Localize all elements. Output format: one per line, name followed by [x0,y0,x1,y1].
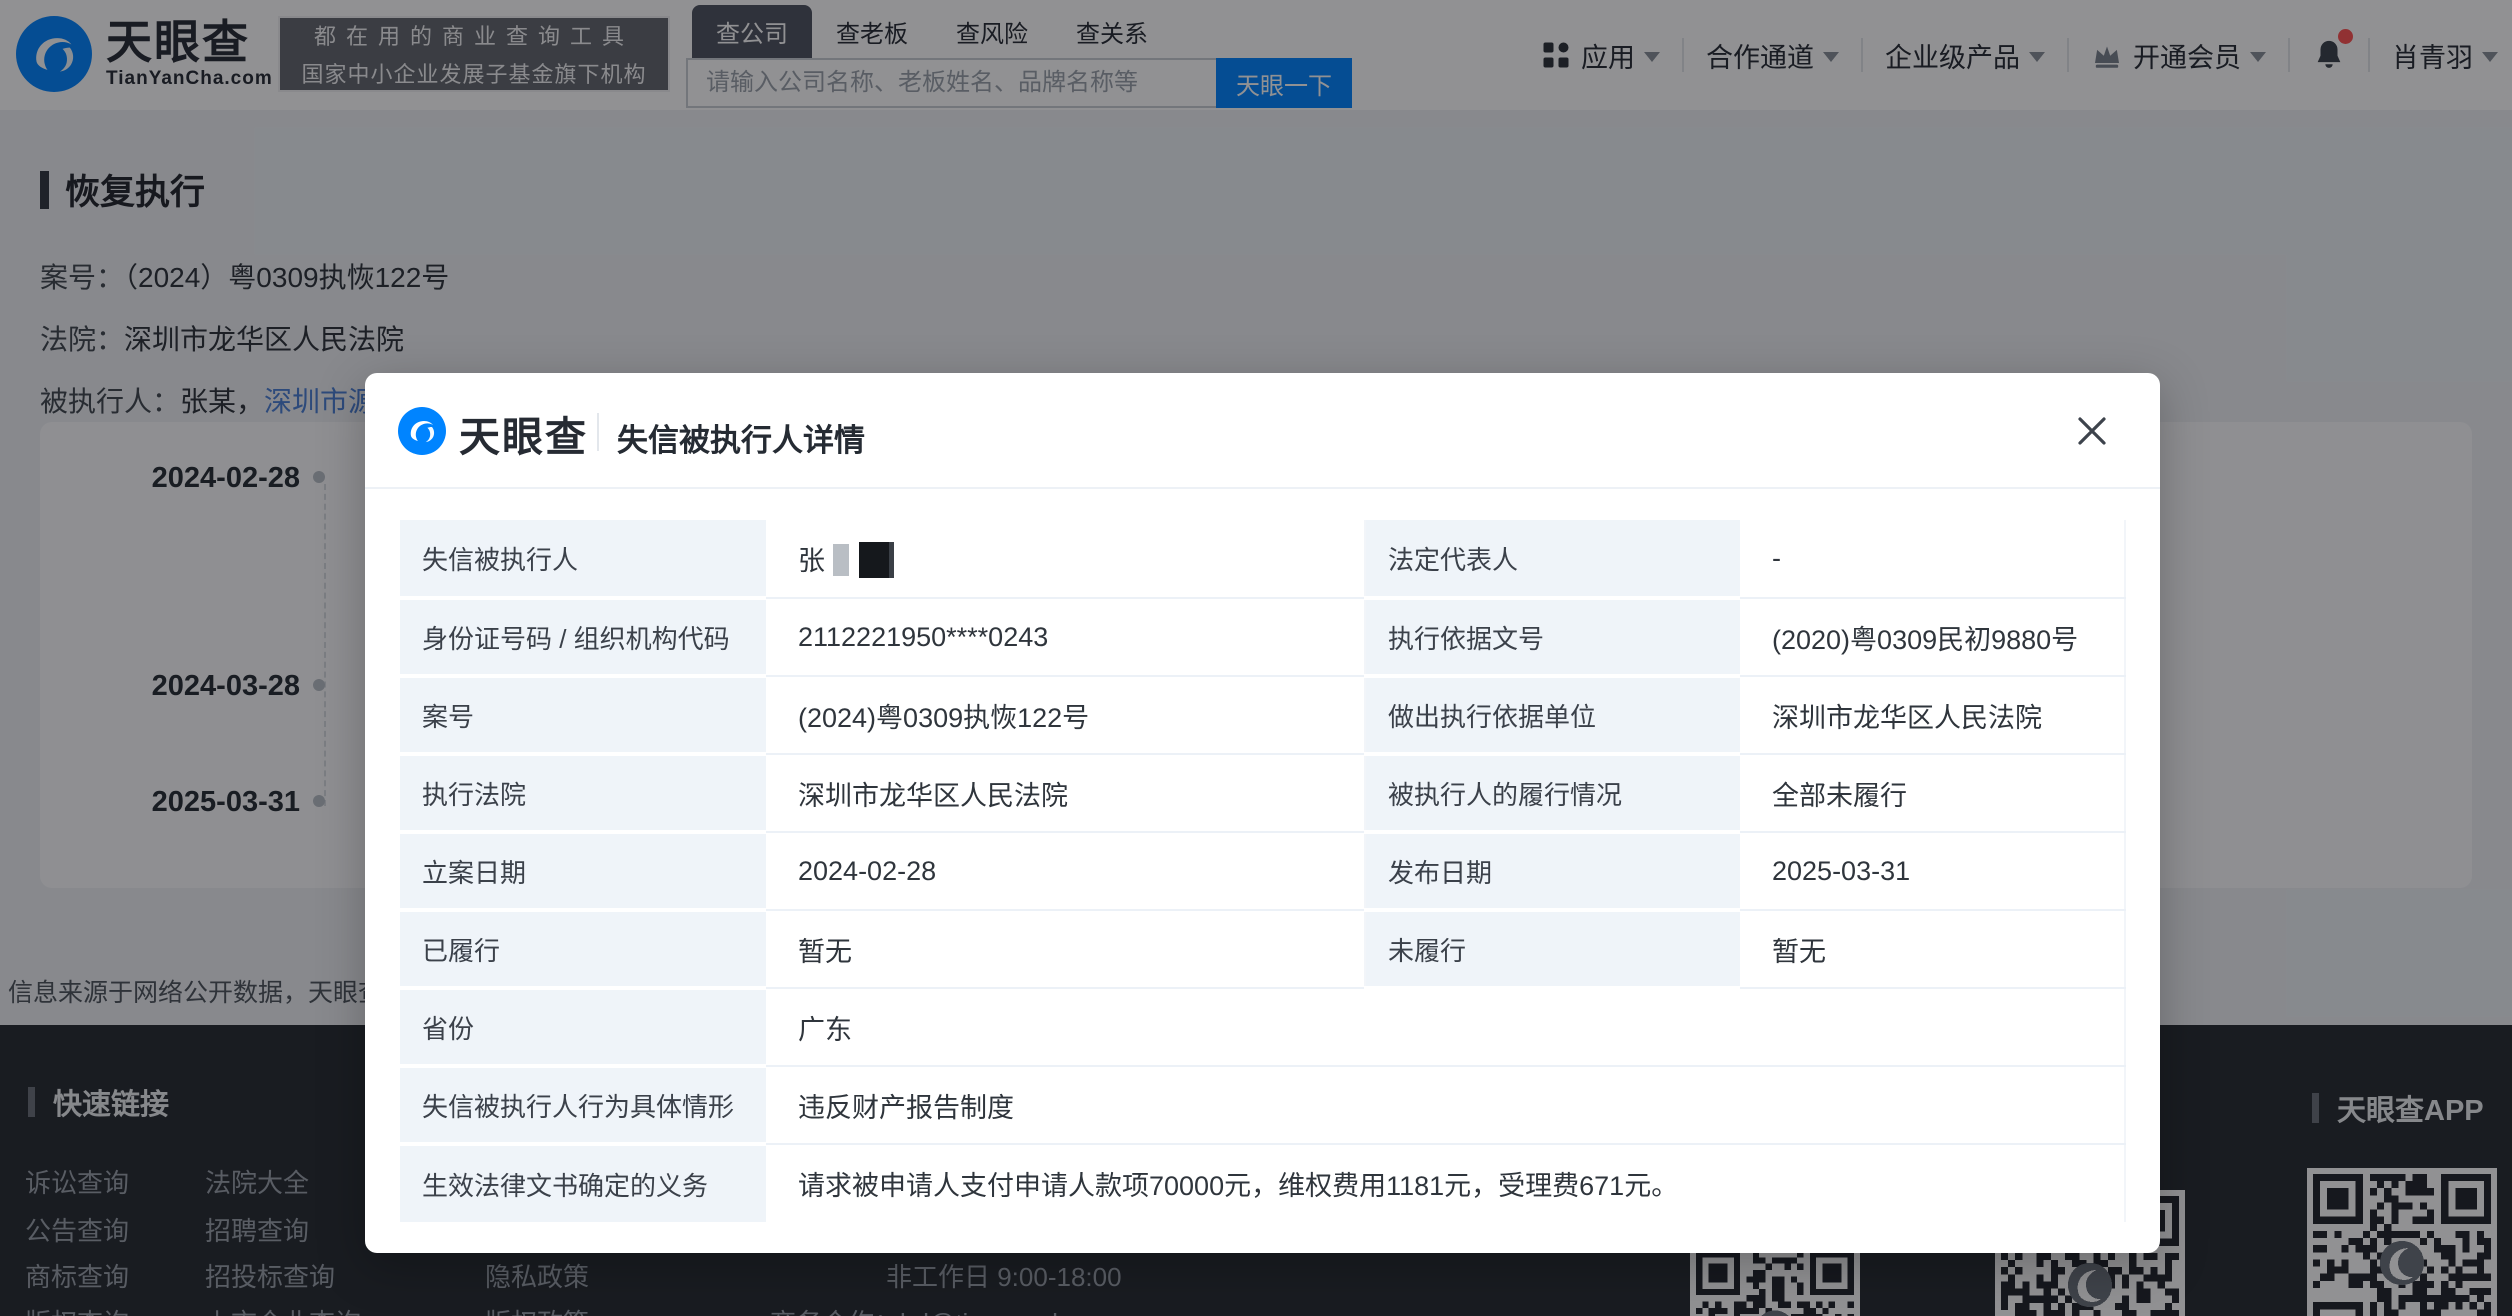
modal-title: 失信被执行人详情 [617,415,865,460]
field-value: 广东 [766,988,2125,1066]
table-row: 生效法律文书确定的义务 请求被申请人支付申请人款项70000元，维权费用1181… [400,1144,2125,1222]
field-label: 生效法律文书确定的义务 [400,1144,766,1222]
field-value: (2024)粤0309执恢122号 [766,676,1365,754]
field-label: 失信被执行人行为具体情形 [400,1066,766,1144]
screen: 天眼查 TianYanCha.com 都在用的商业查询工具 国家中小企业发展子基… [0,0,2512,1316]
redacted-text-block [833,544,849,576]
tianyancha-swirl-icon [398,407,446,455]
field-value: 请求被申请人支付申请人款项70000元，维权费用1181元，受理费671元。 [766,1144,2125,1222]
field-label: 身份证号码 / 组织机构代码 [400,598,766,676]
field-label: 省份 [400,988,766,1066]
field-label: 未履行 [1365,910,1740,988]
table-row: 案号 (2024)粤0309执恢122号 做出执行依据单位 深圳市龙华区人民法院 [400,676,2125,754]
field-value: 暂无 [766,910,1365,988]
field-value: 违反财产报告制度 [766,1066,2125,1144]
table-row: 失信被执行人行为具体情形 违反财产报告制度 [400,1066,2125,1144]
redacted-name-prefix: 张 [798,546,825,576]
field-label: 立案日期 [400,832,766,910]
field-label: 执行法院 [400,754,766,832]
detail-table: 失信被执行人 张 法定代表人 - 身份证号码 / 组织机构代码 21122219… [400,520,2126,1222]
modal-header: 天眼查 失信被执行人详情 [365,373,2160,489]
field-value: (2020)粤0309民初9880号 [1740,598,2125,676]
field-label: 被执行人的履行情况 [1365,754,1740,832]
table-row: 立案日期 2024-02-28 发布日期 2025-03-31 [400,832,2125,910]
field-label: 法定代表人 [1365,520,1740,598]
field-value: 2025-03-31 [1740,832,2125,910]
table-row: 省份 广东 [400,988,2125,1066]
field-value: 深圳市龙华区人民法院 [1740,676,2125,754]
field-value: 暂无 [1740,910,2125,988]
field-value: 全部未履行 [1740,754,2125,832]
field-label: 失信被执行人 [400,520,766,598]
modal-brand-name: 天眼查 [459,403,588,463]
field-label: 案号 [400,676,766,754]
field-label: 已履行 [400,910,766,988]
redacted-text-block [859,542,894,578]
dishonest-debtor-modal: 天眼查 失信被执行人详情 失信被执行人 张 法定代表人 - 身份证号码 / 组织… [365,373,2160,1253]
field-label: 执行依据文号 [1365,598,1740,676]
table-row: 已履行 暂无 未履行 暂无 [400,910,2125,988]
field-label: 发布日期 [1365,832,1740,910]
table-row: 失信被执行人 张 法定代表人 - [400,520,2125,598]
field-value: - [1740,520,2125,598]
field-value: 2024-02-28 [766,832,1365,910]
table-row: 身份证号码 / 组织机构代码 2112221950****0243 执行依据文号… [400,598,2125,676]
close-icon[interactable] [2072,411,2112,451]
divider [597,413,599,451]
field-value: 深圳市龙华区人民法院 [766,754,1365,832]
field-value: 张 [766,520,1365,598]
field-value: 2112221950****0243 [766,598,1365,676]
field-label: 做出执行依据单位 [1365,676,1740,754]
table-row: 执行法院 深圳市龙华区人民法院 被执行人的履行情况 全部未履行 [400,754,2125,832]
